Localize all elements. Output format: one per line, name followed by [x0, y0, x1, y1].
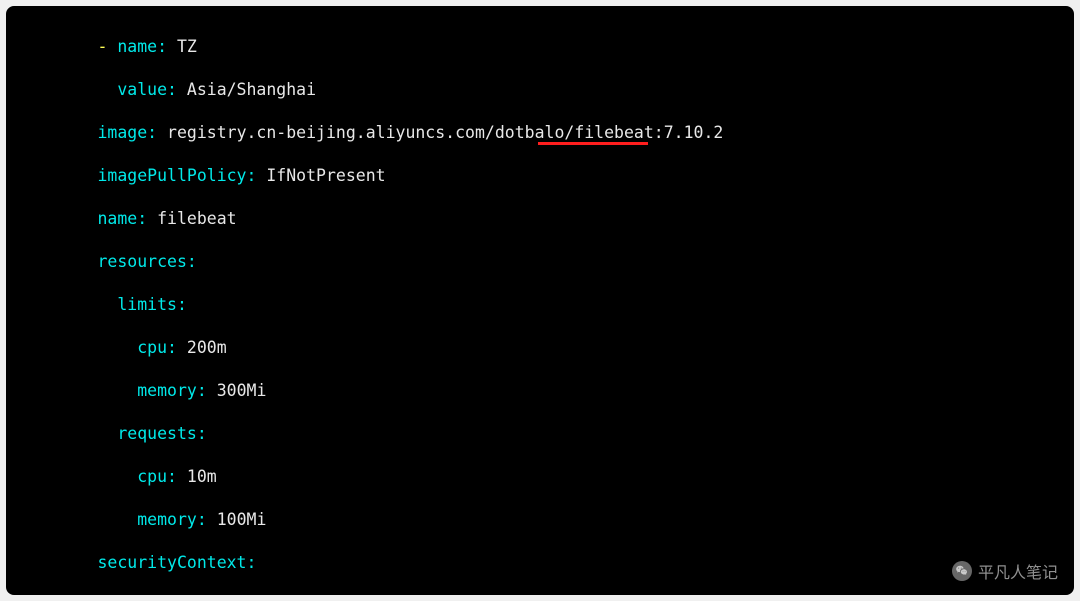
yaml-key: limits [117, 295, 177, 314]
yaml-key: securityContext [97, 553, 246, 572]
dash-icon: - [97, 37, 107, 56]
watermark-text: 平凡人笔记 [978, 559, 1058, 583]
code-line: image: registry.cn-beijing.aliyuncs.com/… [18, 122, 1062, 144]
code-line: memory: 300Mi [18, 380, 1062, 402]
yaml-value: IfNotPresent [266, 166, 385, 185]
yaml-key: memory [137, 381, 197, 400]
yaml-value: TZ [177, 37, 197, 56]
code-line: cpu: 200m [18, 337, 1062, 359]
yaml-key: imagePullPolicy [97, 166, 246, 185]
code-line: memory: 100Mi [18, 509, 1062, 531]
red-underline-icon [538, 142, 648, 145]
code-line: limits: [18, 294, 1062, 316]
yaml-value: registry.cn-beijing.aliyuncs.com/dotbalo… [167, 123, 723, 142]
yaml-code: - name: TZ value: Asia/Shanghai image: r… [18, 14, 1062, 595]
yaml-value: Asia/Shanghai [187, 80, 316, 99]
yaml-key: resources [97, 252, 186, 271]
code-line: securityContext: [18, 552, 1062, 574]
code-line: runAsUser: 0 [18, 595, 1062, 596]
code-line: cpu: 10m [18, 466, 1062, 488]
code-line: requests: [18, 423, 1062, 445]
yaml-key: requests [117, 424, 196, 443]
yaml-value: filebeat [157, 209, 236, 228]
code-frame: - name: TZ value: Asia/Shanghai image: r… [6, 6, 1074, 595]
yaml-key: cpu [137, 338, 167, 357]
yaml-value: 200m [187, 338, 227, 357]
yaml-key: memory [137, 510, 197, 529]
yaml-key: cpu [137, 467, 167, 486]
yaml-key: value [117, 80, 167, 99]
wechat-icon [952, 561, 972, 581]
yaml-key: name [117, 37, 157, 56]
yaml-value: 300Mi [217, 381, 267, 400]
yaml-key: image [97, 123, 147, 142]
yaml-value: 10m [187, 467, 217, 486]
yaml-value: 100Mi [217, 510, 267, 529]
code-line: resources: [18, 251, 1062, 273]
yaml-key: name [97, 209, 137, 228]
code-line: name: filebeat [18, 208, 1062, 230]
code-line: - name: TZ [18, 36, 1062, 58]
code-line: value: Asia/Shanghai [18, 79, 1062, 101]
code-line: imagePullPolicy: IfNotPresent [18, 165, 1062, 187]
watermark: 平凡人笔记 [952, 559, 1058, 583]
